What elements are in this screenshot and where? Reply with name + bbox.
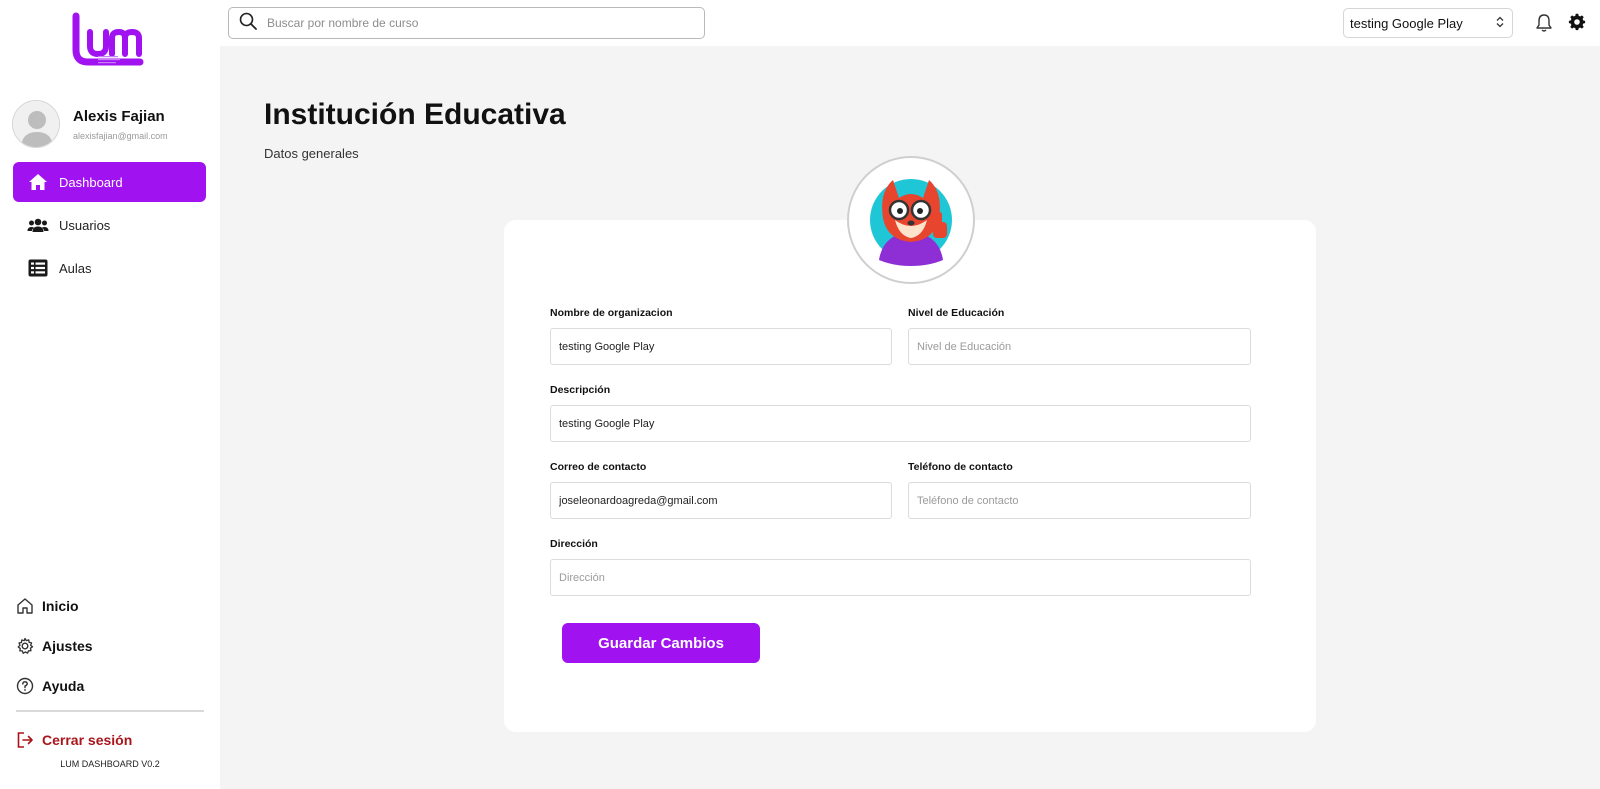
- contact-email-label: Correo de contacto: [550, 461, 647, 473]
- institution-avatar[interactable]: [847, 156, 975, 284]
- nav-ayuda[interactable]: Ayuda: [16, 666, 204, 706]
- nav-ayuda-label: Ayuda: [42, 678, 85, 694]
- avatar[interactable]: [12, 100, 60, 148]
- org-name-input[interactable]: [550, 328, 892, 365]
- sidebar-item-usuarios[interactable]: Usuarios: [13, 205, 206, 245]
- logout-label: Cerrar sesión: [42, 732, 133, 748]
- organization-select[interactable]: testing Google Play: [1343, 8, 1513, 38]
- top-bar: testing Google Play: [220, 0, 1600, 46]
- user-profile: Alexis Fajian alexisfajian@gmail.com: [12, 100, 168, 148]
- search-bar[interactable]: [228, 7, 705, 39]
- updown-chevron-icon: [1496, 16, 1504, 31]
- address-input[interactable]: [550, 559, 1251, 596]
- education-level-input[interactable]: [908, 328, 1251, 365]
- logout-icon: [16, 731, 34, 749]
- sidebar-item-dashboard[interactable]: Dashboard: [13, 162, 206, 202]
- description-input[interactable]: [550, 405, 1251, 442]
- sidebar-item-label: Aulas: [59, 260, 92, 276]
- nav-inicio-label: Inicio: [42, 598, 79, 614]
- sidebar-item-aulas[interactable]: Aulas: [13, 248, 206, 288]
- page-subtitle: Datos generales: [264, 146, 359, 161]
- sidebar-nav: Dashboard Usuarios Aulas: [13, 162, 206, 291]
- sidebar-item-label: Dashboard: [59, 174, 123, 190]
- save-changes-button[interactable]: Guardar Cambios: [562, 623, 760, 663]
- list-icon: [27, 258, 49, 278]
- user-email: alexisfajian@gmail.com: [73, 130, 168, 141]
- sidebar: Alexis Fajian alexisfajian@gmail.com Das…: [0, 0, 220, 789]
- settings-gear-icon[interactable]: [1568, 13, 1586, 31]
- app-version: LUM DASHBOARD V0.2: [60, 759, 160, 769]
- users-icon: [27, 215, 49, 235]
- settings-icon: [16, 637, 34, 655]
- organization-select-value: testing Google Play: [1350, 15, 1463, 31]
- nav-ajustes[interactable]: Ajustes: [16, 626, 204, 666]
- education-level-label: Nivel de Educación: [908, 307, 1005, 319]
- search-icon: [239, 12, 257, 35]
- home-icon: [27, 172, 49, 192]
- main-content: Institución Educativa Datos generales No…: [220, 46, 1600, 789]
- logout-button[interactable]: Cerrar sesión: [16, 720, 204, 760]
- user-name: Alexis Fajian: [73, 107, 165, 125]
- org-name-label: Nombre de organizacion: [550, 307, 673, 319]
- contact-phone-input[interactable]: [908, 482, 1251, 519]
- search-input[interactable]: [267, 16, 687, 30]
- home-outline-icon: [16, 597, 34, 615]
- sidebar-divider: [16, 710, 204, 712]
- sidebar-bottom-nav: Inicio Ajustes Ayuda Cerrar sesión: [16, 586, 204, 760]
- lum-logo[interactable]: [70, 12, 148, 68]
- help-icon: [16, 677, 34, 695]
- nav-inicio[interactable]: Inicio: [16, 586, 204, 626]
- contact-email-input[interactable]: [550, 482, 892, 519]
- description-label: Descripción: [550, 384, 611, 396]
- page-title: Institución Educativa: [264, 98, 566, 131]
- notifications-bell-icon[interactable]: [1535, 13, 1553, 33]
- nav-ajustes-label: Ajustes: [42, 638, 93, 654]
- contact-phone-label: Teléfono de contacto: [908, 461, 1013, 473]
- sidebar-item-label: Usuarios: [59, 217, 111, 233]
- address-label: Dirección: [550, 538, 598, 550]
